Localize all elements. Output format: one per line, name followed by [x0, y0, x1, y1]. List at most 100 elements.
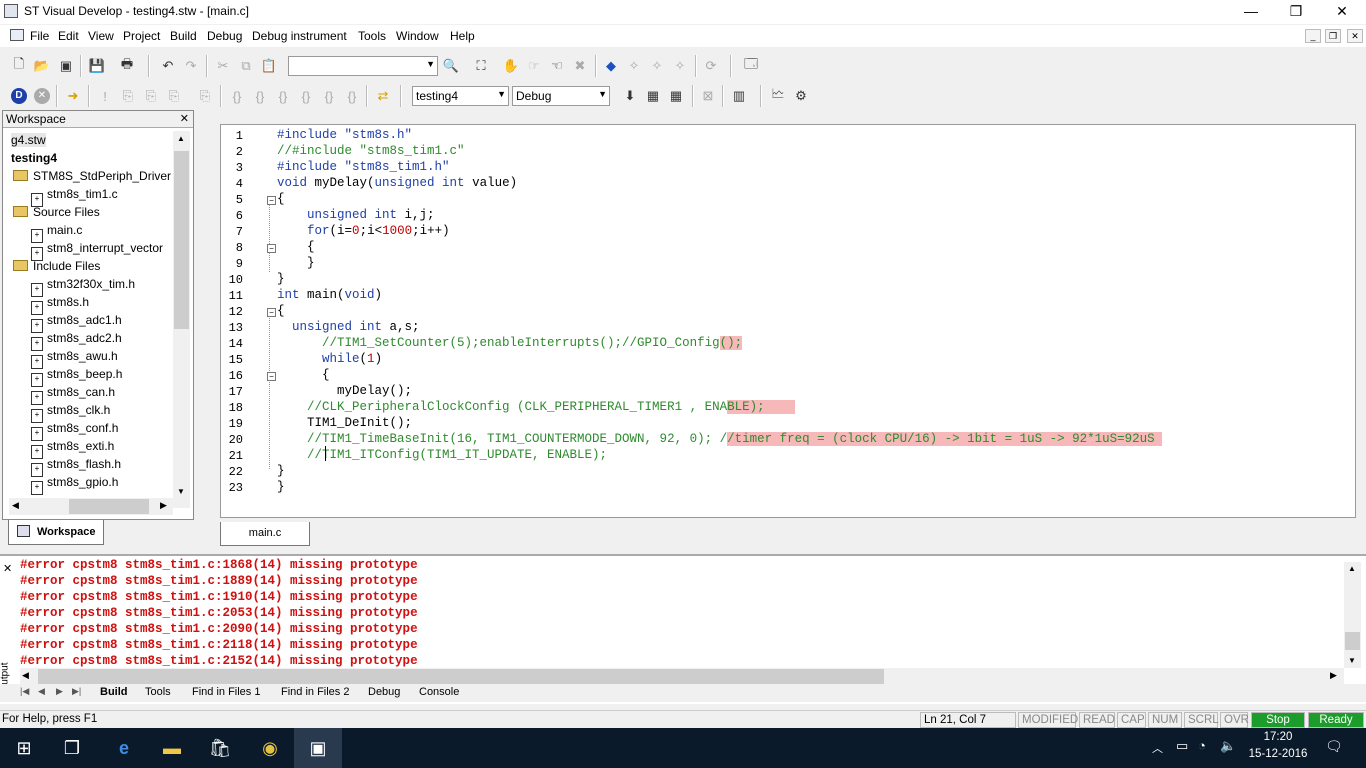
scroll-thumb[interactable]	[38, 669, 884, 684]
tree-item[interactable]: + stm8s_tim1.c	[31, 187, 118, 207]
code-line[interactable]: }	[277, 480, 285, 494]
code-line[interactable]: while(1)	[277, 352, 382, 366]
program-icon[interactable]: ▥	[728, 85, 750, 107]
clear-marks-icon[interactable]: ✧	[669, 55, 691, 77]
windows-start-icon[interactable]: ⊞	[0, 728, 48, 768]
brace-icon-1[interactable]: {}	[226, 85, 248, 107]
menu-tools[interactable]: Tools	[358, 29, 386, 43]
wifi-icon[interactable]: ◔	[1198, 738, 1206, 753]
clock-date[interactable]: 15-12-2016	[1243, 748, 1313, 760]
store-icon[interactable]: 🛍	[196, 728, 244, 768]
tab-find-in-files-2[interactable]: Find in Files 2	[281, 686, 349, 698]
tree-item[interactable]: + stm8s_adc2.h	[31, 331, 122, 351]
tree-item[interactable]: + stm8s_can.h	[31, 385, 115, 405]
copy-icon[interactable]: ⧉	[235, 55, 257, 77]
go-arrow-icon[interactable]: ➜	[62, 85, 84, 107]
tree-item[interactable]: + stm8s_flash.h	[31, 457, 121, 477]
scroll-down-icon[interactable]: ▼	[177, 487, 185, 496]
undo-icon[interactable]: ↶	[157, 55, 179, 77]
code-line[interactable]: //TIM1_ITConfig(TIM1_IT_UPDATE, ENABLE);	[277, 448, 607, 462]
tree-folder[interactable]: Include Files	[13, 259, 100, 273]
error-line[interactable]: #error cpstm8 stm8s_tim1.c:2090(14) miss…	[20, 622, 418, 636]
tree-item[interactable]: + stm8s_awu.h	[31, 349, 118, 369]
error-line[interactable]: #error cpstm8 stm8s_tim1.c:2053(14) miss…	[20, 606, 418, 620]
fold-toggle[interactable]: −	[267, 196, 276, 205]
clock-time[interactable]: 17:20	[1248, 731, 1308, 743]
horizontal-scrollbar[interactable]: ◀ ▶	[9, 498, 173, 515]
tab-nav-first-icon[interactable]: |◀	[20, 686, 29, 697]
mdi-close-button[interactable]: ✕	[1347, 29, 1363, 43]
run-to-icon[interactable]: ⇄	[372, 85, 394, 107]
chevron-up-icon[interactable]: ︿	[1152, 740, 1163, 756]
tree-item[interactable]: + stm8s_beep.h	[31, 367, 122, 387]
workspace-tab[interactable]: Workspace	[8, 520, 104, 545]
tab-build[interactable]: Build	[100, 686, 128, 698]
code-line[interactable]: unsigned int i,j;	[277, 208, 435, 222]
tab-find-in-files-1[interactable]: Find in Files 1	[192, 686, 260, 698]
binoculars-icon[interactable]: ⛶	[470, 55, 492, 77]
brace-icon-5[interactable]: {}	[318, 85, 340, 107]
print-icon[interactable]: 🖶	[116, 55, 138, 77]
scroll-down-icon[interactable]: ▼	[1348, 656, 1356, 665]
debug-start-icon[interactable]: D	[8, 85, 30, 107]
code-editor[interactable]: 1 #include "stm8s.h" 2 //#include "stm8s_ti…	[220, 124, 1356, 518]
code-line[interactable]: {	[277, 240, 315, 254]
windows-icon[interactable]: 🗔	[740, 55, 762, 77]
code-line[interactable]: {	[277, 192, 285, 206]
code-line[interactable]: //#include "stm8s_tim1.c"	[277, 144, 465, 158]
save-icon[interactable]: 💾	[86, 55, 108, 77]
maximize-button[interactable]: ❐	[1273, 0, 1319, 24]
code-line[interactable]: //TIM1_SetCounter(5);enableInterrupts();…	[277, 336, 743, 350]
code-line[interactable]: for(i=0;i<1000;i++)	[277, 224, 450, 238]
scroll-left-icon[interactable]: ◀	[22, 670, 29, 681]
chrome-icon[interactable]: ◉	[246, 728, 294, 768]
scroll-up-icon[interactable]: ▲	[1348, 564, 1356, 573]
tab-nav-last-icon[interactable]: ▶|	[72, 686, 81, 697]
tab-nav-prev-icon[interactable]: ◀	[38, 686, 45, 697]
tree-folder[interactable]: Source Files	[13, 205, 100, 219]
next-bookmark-icon[interactable]: ✧	[623, 55, 645, 77]
exclaim-icon[interactable]: !	[94, 85, 116, 107]
step-icon-1[interactable]: ⎘	[117, 85, 139, 107]
tab-main-c[interactable]: main.c	[220, 522, 310, 546]
tab-tools[interactable]: Tools	[145, 686, 171, 698]
fold-toggle[interactable]: −	[267, 308, 276, 317]
mdi-minimize-button[interactable]: _	[1305, 29, 1321, 43]
tree-item[interactable]: + stm32f30x_tim.h	[31, 277, 135, 297]
menu-view[interactable]: View	[88, 29, 114, 43]
brace-icon-3[interactable]: {}	[272, 85, 294, 107]
brace-icon-6[interactable]: {}	[341, 85, 363, 107]
find-combo[interactable]: ▼	[288, 56, 438, 76]
code-line[interactable]: //CLK_PeripheralClockConfig (CLK_PERIPHE…	[277, 400, 795, 414]
brace-icon-2[interactable]: {}	[249, 85, 271, 107]
hand-icon[interactable]: ✋	[500, 55, 522, 77]
tree-item[interactable]: + stm8s_conf.h	[31, 421, 118, 441]
volume-icon[interactable]: 🔈	[1220, 738, 1236, 754]
stop-build-icon[interactable]: ⊠	[697, 85, 719, 107]
prev-bookmark-icon[interactable]: ✧	[646, 55, 668, 77]
stop-debug-icon[interactable]: ✕	[31, 85, 53, 107]
code-line[interactable]: #include "stm8s_tim1.h"	[277, 160, 450, 174]
new-file-icon[interactable]: 🗋	[8, 55, 30, 77]
fold-toggle[interactable]: −	[267, 244, 276, 253]
tree-item[interactable]: + stm8s_exti.h	[31, 439, 114, 459]
tree-item[interactable]: + stm8s.h	[31, 295, 89, 315]
menu-edit[interactable]: Edit	[58, 29, 79, 43]
find-in-files-icon[interactable]: 🔍	[440, 55, 462, 77]
tab-nav-next-icon[interactable]: ▶	[56, 686, 63, 697]
scroll-thumb[interactable]	[1345, 632, 1360, 650]
menu-file[interactable]: File	[30, 29, 49, 43]
task-view-icon[interactable]: ❐	[48, 728, 96, 768]
mdi-restore-button[interactable]: ❐	[1325, 29, 1341, 43]
fold-toggle[interactable]: −	[267, 372, 276, 381]
code-line[interactable]: {	[277, 368, 330, 382]
scroll-thumb[interactable]	[69, 499, 149, 514]
close-button[interactable]: ✕	[1319, 0, 1365, 24]
code-line[interactable]: unsigned int a,s;	[277, 320, 420, 334]
tools-icon[interactable]: ⚙	[790, 85, 812, 107]
hand-prev-icon[interactable]: ☜	[546, 55, 568, 77]
cut-icon[interactable]: ✂	[212, 55, 234, 77]
menu-window[interactable]: Window	[396, 29, 439, 43]
scroll-up-icon[interactable]: ▲	[177, 134, 185, 143]
menu-debug-instrument[interactable]: Debug instrument	[252, 29, 347, 43]
